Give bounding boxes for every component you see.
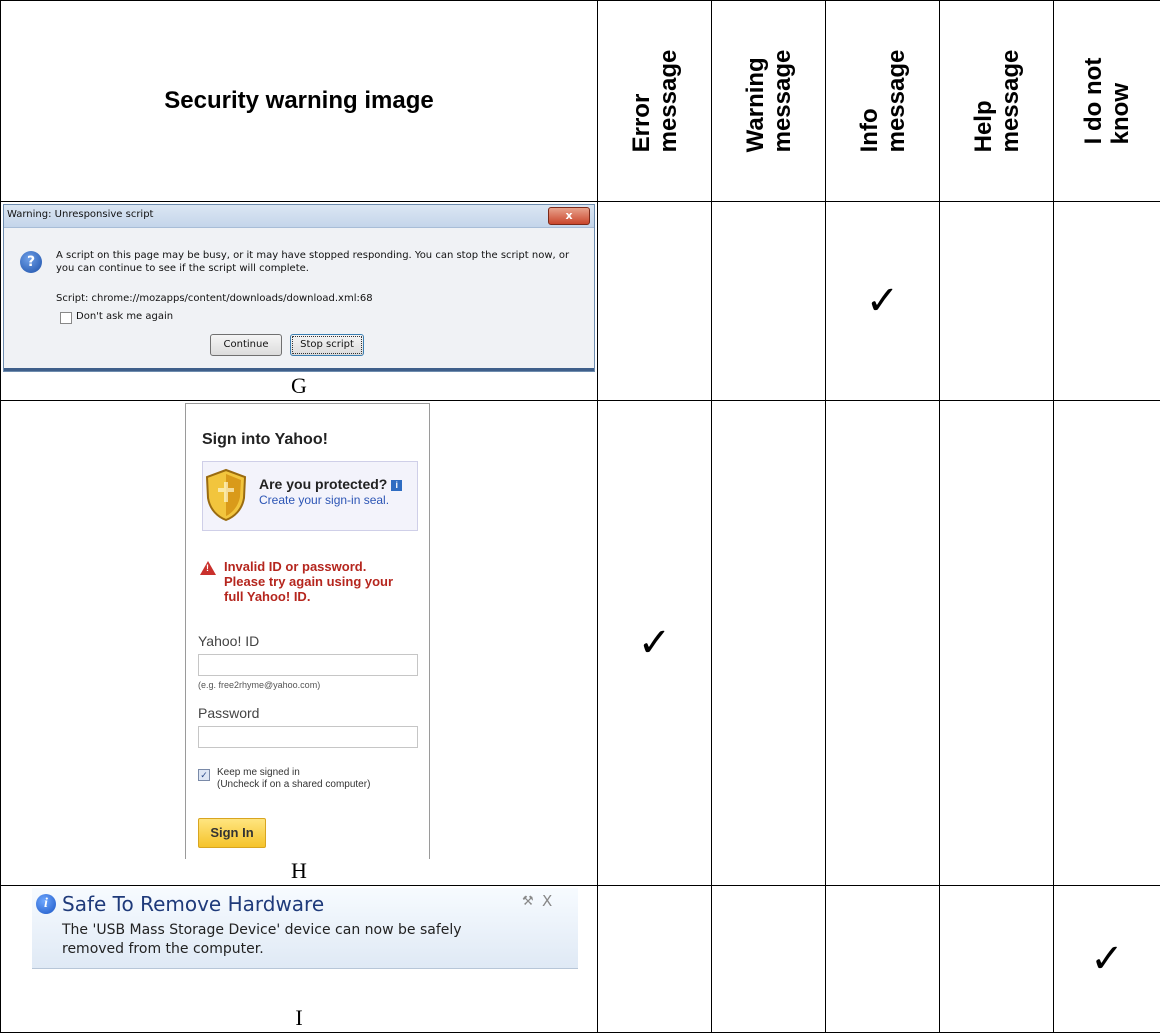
header-dont-know-label: I do not know	[1080, 57, 1134, 145]
error-icon-mark: !	[206, 563, 209, 573]
dialog-title: Warning: Unresponsive script	[4, 205, 594, 228]
yahoo-id-field	[198, 654, 418, 676]
notification-body: The 'USB Mass Storage Device' device can…	[62, 922, 462, 957]
survey-table: Security warning image Error message War…	[0, 0, 1160, 1033]
question-icon: ?	[20, 251, 42, 273]
header-warning-label: Warning message	[741, 49, 796, 153]
table-row: Sign into Yahoo! Are you protected? i Cr…	[0, 400, 1160, 886]
create-seal-link: Create your sign-in seal.	[259, 493, 390, 507]
close-icon: x	[548, 207, 590, 225]
dont-ask-label: Don't ask me again	[76, 311, 174, 322]
sign-in-button: Sign In	[198, 818, 266, 848]
choice-cell-dont-know[interactable]	[1053, 400, 1160, 886]
choice-cell-warning[interactable]	[711, 885, 826, 1033]
wrench-icon: ⚒	[522, 894, 534, 909]
header-help-label: Help message	[969, 49, 1024, 153]
choice-cell-help[interactable]	[939, 885, 1054, 1033]
table-row: i Safe To Remove Hardware ⚒ X The 'USB M…	[0, 885, 1160, 1033]
dialog-script-path: Script: chrome://mozapps/content/downloa…	[56, 293, 373, 304]
choice-cell-error[interactable]	[597, 885, 712, 1033]
table-row: Warning: Unresponsive script x ? A scrip…	[0, 201, 1160, 401]
safe-remove-notification: i Safe To Remove Hardware ⚒ X The 'USB M…	[32, 888, 578, 969]
notification-title: Safe To Remove Hardware	[62, 892, 325, 916]
choice-cell-info[interactable]	[825, 400, 940, 886]
choice-cell-error[interactable]: ✓	[597, 400, 712, 886]
choice-cell-dont-know[interactable]	[1053, 201, 1160, 401]
choice-cell-info[interactable]: ✓	[825, 201, 940, 401]
password-label: Password	[198, 705, 260, 721]
yahoo-id-label: Yahoo! ID	[198, 633, 260, 649]
header-info: Info message	[825, 0, 940, 202]
choice-cell-error[interactable]	[597, 201, 712, 401]
check-mark-icon: ✓	[1090, 936, 1124, 982]
info-icon: i	[36, 894, 56, 914]
yahoo-title: Sign into Yahoo!	[202, 431, 328, 448]
password-field	[198, 726, 418, 748]
check-mark-icon: ✓	[865, 278, 900, 324]
choice-cell-dont-know[interactable]: ✓	[1053, 885, 1160, 1033]
keep-signed-checkbox: ✓	[198, 769, 210, 781]
check-mark-icon: ✓	[637, 620, 672, 666]
header-dont-know: I do not know	[1053, 0, 1160, 202]
header-error: Error message	[597, 0, 712, 202]
continue-button: Continue	[210, 334, 282, 356]
yahoo-signin-panel: Sign into Yahoo! Are you protected? i Cr…	[185, 403, 430, 859]
image-caption: H	[291, 858, 307, 883]
image-column-header: Security warning image	[0, 0, 598, 202]
sign-in-seal-box: Are you protected? i Create your sign-in…	[202, 461, 418, 531]
seal-question: Are you protected? i	[259, 476, 403, 492]
yahoo-id-hint: (e.g. free2rhyme@yahoo.com)	[198, 680, 321, 690]
header-row: Security warning image Error message War…	[0, 0, 1160, 202]
dialog-message: A script on this page may be busy, or it…	[56, 250, 570, 274]
stop-script-button: Stop script	[290, 334, 364, 356]
info-icon: i	[391, 480, 403, 491]
dont-ask-checkbox	[60, 312, 72, 324]
image-cell-h: Sign into Yahoo! Are you protected? i Cr…	[0, 400, 598, 886]
choice-cell-warning[interactable]	[711, 201, 826, 401]
seal-question-text: Are you protected?	[259, 476, 388, 492]
choice-cell-warning[interactable]	[711, 400, 826, 886]
image-caption: G	[291, 373, 307, 398]
image-caption: I	[295, 1005, 303, 1030]
header-help: Help message	[939, 0, 1054, 202]
choice-cell-info[interactable]	[825, 885, 940, 1033]
keep-signed-label: Keep me signed in (Uncheck if on a share…	[217, 767, 371, 790]
choice-cell-help[interactable]	[939, 400, 1054, 886]
unresponsive-script-dialog: Warning: Unresponsive script x ? A scrip…	[3, 204, 595, 372]
shield-icon	[205, 468, 247, 522]
header-info-label: Info message	[855, 49, 910, 153]
header-error-label: Error message	[627, 49, 682, 153]
choice-cell-help[interactable]	[939, 201, 1054, 401]
dialog-bottom-edge	[4, 368, 594, 371]
close-icon: X	[542, 892, 553, 910]
image-cell-g: Warning: Unresponsive script x ? A scrip…	[0, 201, 598, 401]
error-message: Invalid ID or password. Please try again…	[224, 559, 394, 604]
header-warning: Warning message	[711, 0, 826, 202]
image-cell-i: i Safe To Remove Hardware ⚒ X The 'USB M…	[0, 885, 598, 1033]
